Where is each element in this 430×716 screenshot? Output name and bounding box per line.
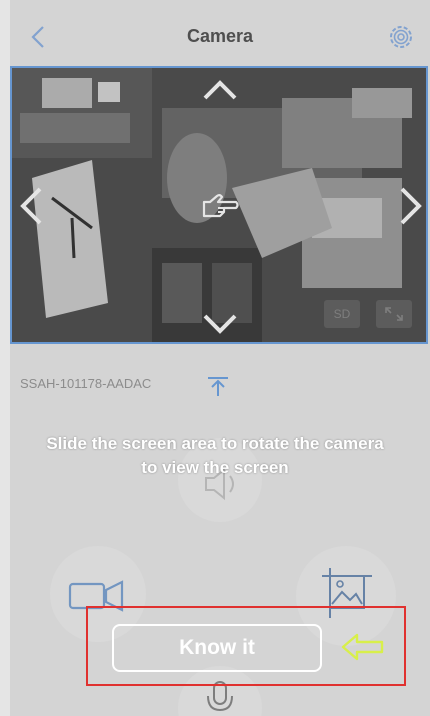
tutorial-hint: Slide the screen area to rotate the came… — [0, 432, 430, 480]
know-it-button[interactable]: Know it — [112, 624, 322, 672]
left-arrow-icon — [341, 633, 384, 661]
hint-line-1: Slide the screen area to rotate the came… — [46, 434, 384, 453]
hint-line-2: to view the screen — [141, 458, 289, 477]
